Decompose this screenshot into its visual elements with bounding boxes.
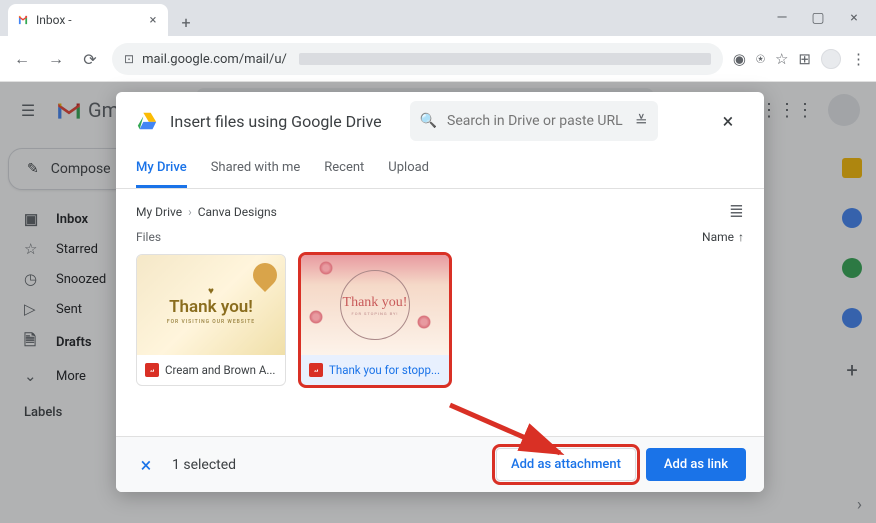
eye-icon[interactable]: ◉: [733, 50, 746, 68]
minimize-icon[interactable]: —: [772, 10, 792, 26]
browser-profile-icon[interactable]: [821, 49, 841, 69]
tab-my-drive[interactable]: My Drive: [136, 150, 187, 188]
reload-icon[interactable]: ⟳: [78, 47, 102, 71]
tab-recent[interactable]: Recent: [324, 150, 364, 188]
chevron-right-icon: ›: [188, 205, 192, 219]
sort-label[interactable]: Name: [702, 230, 734, 244]
bookmark-icon[interactable]: ☆: [775, 50, 788, 68]
file-name: Cream and Brown A...: [165, 363, 275, 377]
sort-arrow-icon[interactable]: ↑: [738, 230, 744, 244]
breadcrumb-root[interactable]: My Drive: [136, 205, 182, 219]
dialog-title: Insert files using Google Drive: [170, 112, 382, 131]
browser-tab[interactable]: Inbox - ×: [8, 4, 168, 36]
file-name: Thank you for stopp...: [329, 363, 440, 377]
selection-count: 1 selected: [172, 457, 236, 473]
breadcrumb-folder[interactable]: Canva Designs: [198, 205, 277, 219]
cancel-selection-button[interactable]: ×: [134, 453, 158, 477]
close-window-icon[interactable]: ×: [844, 10, 864, 26]
files-label: Files: [136, 230, 161, 244]
drive-search[interactable]: 🔍 ≚: [410, 101, 658, 141]
forward-icon[interactable]: →: [44, 47, 68, 71]
search-icon: 🔍: [420, 113, 437, 129]
file-thumbnail: ♥ Thank you! FOR VISITING OUR WEBSITE: [137, 255, 285, 355]
tab-upload[interactable]: Upload: [388, 150, 429, 188]
extensions-icon[interactable]: ⊞: [798, 50, 811, 68]
url-redacted: [299, 53, 711, 65]
expand-panel-icon[interactable]: ›: [857, 495, 862, 515]
maximize-icon[interactable]: ▢: [808, 10, 828, 26]
tab-close-icon[interactable]: ×: [146, 13, 160, 27]
url-bar[interactable]: ⊡ mail.google.com/mail/u/: [112, 43, 723, 75]
drive-icon: [136, 110, 158, 132]
url-text: mail.google.com/mail/u/: [142, 52, 287, 67]
image-file-icon: [309, 363, 323, 377]
add-as-link-button[interactable]: Add as link: [646, 448, 746, 481]
file-thumbnail: Thank you! FOR STOPING BY!: [301, 255, 449, 355]
tab-shared[interactable]: Shared with me: [211, 150, 301, 188]
close-dialog-button[interactable]: ×: [712, 105, 744, 137]
add-as-attachment-button[interactable]: Add as attachment: [496, 448, 636, 481]
gmail-favicon-icon: [16, 13, 30, 27]
file-card-selected[interactable]: Thank you! FOR STOPING BY! Thank you for…: [300, 254, 450, 386]
new-tab-button[interactable]: +: [172, 8, 200, 36]
drive-search-input[interactable]: [447, 113, 625, 129]
image-file-icon: [145, 363, 159, 377]
list-view-icon[interactable]: ≣: [729, 201, 744, 222]
search-tune-icon[interactable]: ≚: [635, 112, 648, 130]
drive-picker-dialog: Insert files using Google Drive 🔍 ≚ × My…: [116, 92, 764, 492]
share-icon[interactable]: ⍟: [756, 50, 765, 68]
file-card[interactable]: ♥ Thank you! FOR VISITING OUR WEBSITE Cr…: [136, 254, 286, 386]
browser-menu-icon[interactable]: ⋮: [851, 50, 866, 68]
site-info-icon[interactable]: ⊡: [124, 52, 134, 66]
back-icon[interactable]: ←: [10, 47, 34, 71]
tab-title: Inbox -: [36, 13, 140, 27]
